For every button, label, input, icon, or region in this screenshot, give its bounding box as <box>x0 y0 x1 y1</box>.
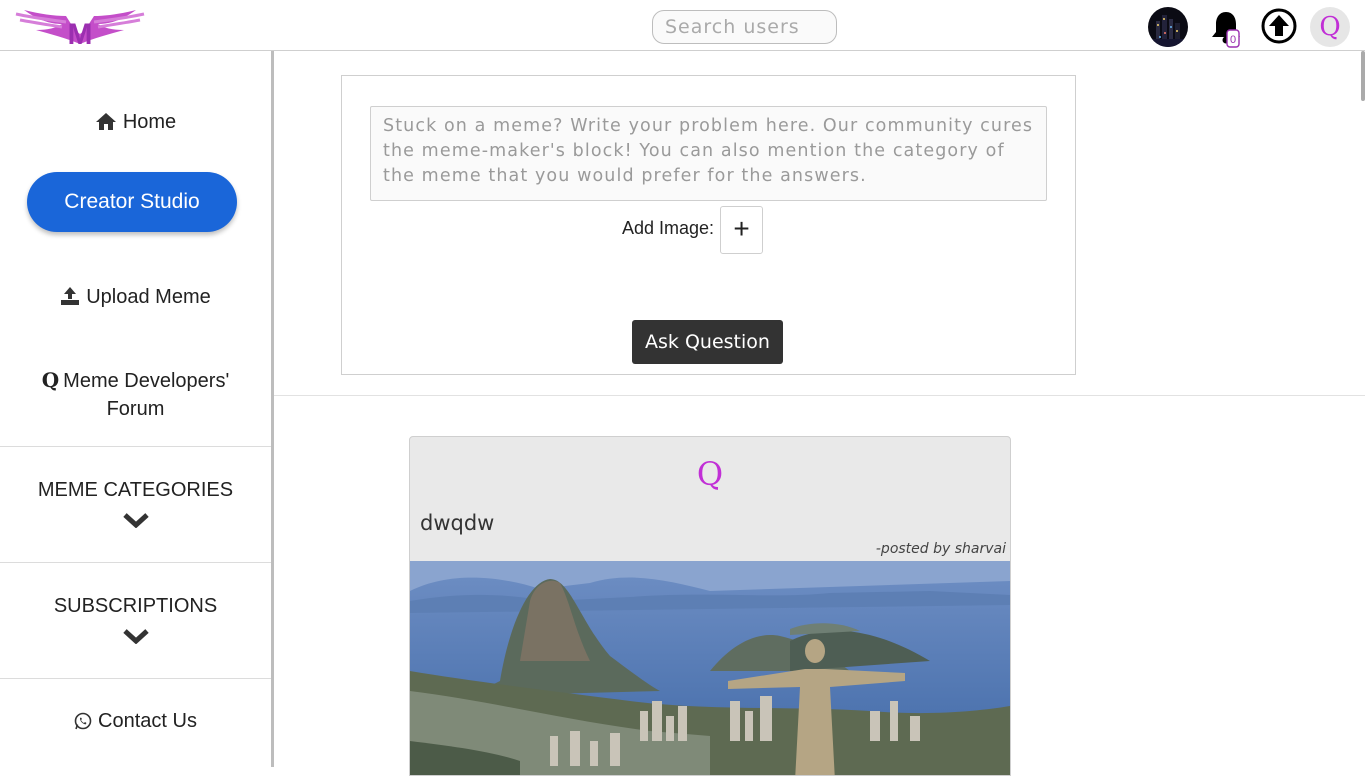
sidebar-item-meme-categories[interactable]: MEME CATEGORIES <box>0 479 271 528</box>
profile-avatar[interactable]: Q <box>1310 7 1350 47</box>
sidebar-item-contact-us[interactable]: Contact Us <box>0 710 271 733</box>
page-scrollbar[interactable] <box>1361 51 1365 101</box>
question-textarea[interactable]: Stuck on a meme? Write your problem here… <box>370 106 1047 201</box>
upload-icon <box>61 287 80 305</box>
post-author: -posted by sharvai <box>875 541 1006 557</box>
post-card[interactable]: Q dwqdw -posted by sharvai <box>409 436 1011 776</box>
post-image[interactable] <box>410 561 1010 776</box>
divider <box>0 678 271 679</box>
upload-arrow-icon[interactable] <box>1260 7 1298 45</box>
divider <box>0 562 271 563</box>
add-image-button[interactable]: + <box>720 206 763 254</box>
top-bar: M 0 Q <box>0 0 1365 51</box>
notifications-bell-icon[interactable]: 0 <box>1210 8 1244 48</box>
sidebar-item-label: Upload Meme <box>86 286 211 308</box>
sidebar-border <box>271 51 274 767</box>
sidebar-item-label: Contact Us <box>98 710 197 732</box>
svg-text:M: M <box>68 18 93 46</box>
post-q-icon: Q <box>696 455 724 493</box>
notification-count: 0 <box>1230 34 1236 46</box>
home-icon <box>95 113 116 130</box>
search-users-input[interactable] <box>652 10 837 44</box>
creator-studio-button[interactable]: Creator Studio <box>27 172 237 232</box>
add-image-label: Add Image: <box>622 218 715 238</box>
sidebar-item-label: SUBSCRIPTIONS <box>53 595 218 617</box>
sidebar: Home Creator Studio Upload Meme Q Meme De… <box>0 51 271 767</box>
sidebar-item-subscriptions[interactable]: SUBSCRIPTIONS <box>0 595 271 644</box>
divider <box>274 395 1365 396</box>
chevron-down-icon <box>122 513 149 528</box>
post-title: dwqdw <box>420 511 495 535</box>
sidebar-item-label: MEME CATEGORIES <box>37 479 234 501</box>
chevron-down-icon <box>122 629 149 644</box>
ask-question-button[interactable]: Ask Question <box>632 320 783 364</box>
divider <box>0 446 271 447</box>
user-avatar-city[interactable] <box>1148 7 1188 47</box>
sidebar-item-label: Forum <box>106 398 165 420</box>
forum-q-icon: Q <box>41 368 60 392</box>
whatsapp-icon <box>74 712 92 730</box>
sidebar-item-forum[interactable]: Q Meme Developers' Forum <box>0 366 271 423</box>
sidebar-item-upload-meme[interactable]: Upload Meme <box>0 286 271 309</box>
ask-question-panel: Stuck on a meme? Write your problem here… <box>341 75 1076 375</box>
sidebar-item-home[interactable]: Home <box>0 111 271 134</box>
sidebar-item-label: Meme Developers' <box>63 370 230 392</box>
logo-wings-icon[interactable]: M <box>14 4 146 46</box>
sidebar-item-label: Home <box>122 111 177 133</box>
